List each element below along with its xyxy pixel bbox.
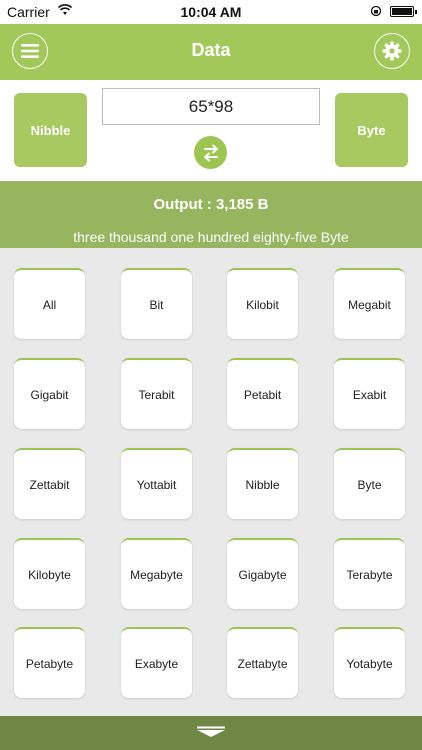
unit-tile-label: Byte [357,477,382,492]
from-unit-label: Nibble [30,122,71,138]
unit-tile[interactable]: Nibble [227,448,298,519]
gear-icon [382,41,402,61]
converter-panel: Nibble Byte [0,80,422,181]
unit-tile-label: Yotabyte [346,656,393,671]
settings-button[interactable] [374,33,410,69]
unit-tile-label: Kilobit [246,297,279,312]
orientation-lock-icon [370,5,382,17]
unit-tile[interactable]: Zettabyte [227,627,298,698]
output-in-words: three thousand one hundred eighty-five B… [73,229,349,245]
unit-tile-label: Zettabit [29,477,70,492]
unit-tile[interactable]: Yotabyte [334,627,405,698]
unit-tile[interactable]: Exabit [334,358,405,429]
unit-tile[interactable]: Bit [121,268,192,339]
battery-icon [390,6,417,17]
unit-tile[interactable]: Petabit [227,358,298,429]
unit-tile-label: Terabyte [346,567,393,582]
unit-tile-label: Bit [149,297,164,312]
unit-tile-label: Yottabit [136,477,177,492]
unit-tile-label: Petabyte [25,656,74,671]
unit-tile-label: Petabit [243,387,282,402]
unit-tile[interactable]: Petabyte [14,627,85,698]
unit-tile-label: Nibble [245,477,280,492]
unit-tile[interactable]: Byte [334,448,405,519]
output-result: Output : 3,185 B [153,196,269,213]
unit-tile[interactable]: Exabyte [121,627,192,698]
unit-tile[interactable]: Yottabit [121,448,192,519]
unit-tile[interactable]: All [14,268,85,339]
collapse-handle-icon[interactable] [195,726,227,740]
unit-tile[interactable]: Gigabyte [227,538,298,609]
output-banner: Output : 3,185 B three thousand one hund… [0,181,422,248]
swap-units-button[interactable] [194,136,227,169]
unit-tile[interactable]: Gigabit [14,358,85,429]
clock: 10:04 AM [180,4,242,20]
from-unit-button[interactable]: Nibble [14,93,87,167]
to-unit-label: Byte [357,122,386,138]
unit-tile[interactable]: Kilobyte [14,538,85,609]
unit-tile[interactable]: Zettabit [14,448,85,519]
unit-tile-label: Exabyte [134,656,179,671]
unit-tile-label: Kilobyte [28,567,71,582]
swap-arrows-icon [203,144,218,161]
unit-tile[interactable]: Terabit [121,358,192,429]
unit-tile-label: Zettabyte [237,656,288,671]
navigation-bar: Data [0,24,422,80]
page-title: Data [191,40,231,60]
expression-input[interactable] [102,88,320,125]
unit-tile-label: All [42,297,57,312]
bottom-bar [0,716,422,750]
unit-tile-label: Terabit [138,387,175,402]
status-bar: Carrier 10:04 AM [0,0,422,24]
unit-tile[interactable]: Kilobit [227,268,298,339]
unit-tile[interactable]: Megabyte [121,538,192,609]
unit-tile-label: Gigabyte [238,567,287,582]
unit-tile[interactable]: Terabyte [334,538,405,609]
to-unit-button[interactable]: Byte [335,93,408,167]
unit-tile-label: Megabit [348,297,391,312]
unit-tile-label: Gigabit [30,387,69,402]
unit-tile-label: Megabyte [130,567,183,582]
unit-tile-label: Exabit [352,387,387,402]
unit-tile[interactable]: Megabit [334,268,405,339]
unit-grid: All Bit Kilobit Megabit Gigabit Terabit Petabi… [0,248,422,716]
